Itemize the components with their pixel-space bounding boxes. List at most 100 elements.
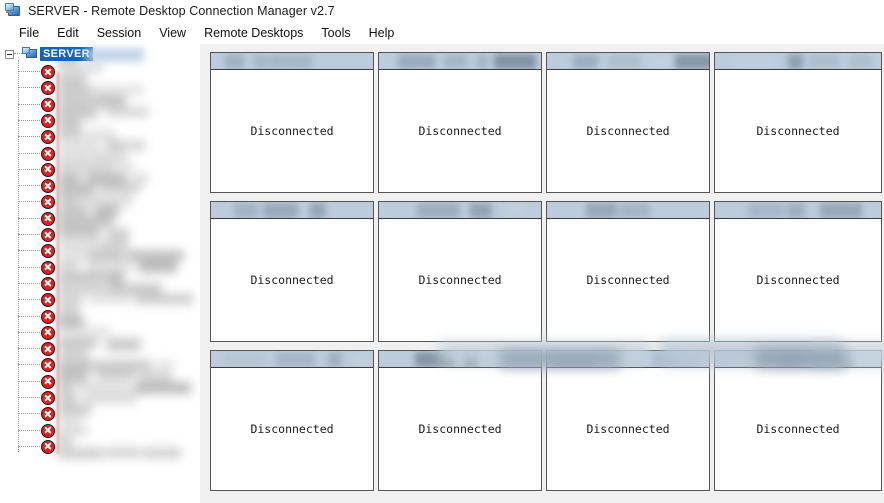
redaction-block (748, 203, 784, 218)
redaction-block (58, 184, 96, 197)
tree-item-connection[interactable] (0, 260, 55, 276)
redaction-block (95, 371, 137, 381)
tree-connector (18, 397, 40, 399)
connection-thumbnail-panel[interactable]: Disconnected (210, 52, 374, 193)
disconnected-x-icon (41, 81, 55, 96)
redaction-block (233, 203, 259, 218)
connection-thumbnail-panel[interactable]: Disconnected (546, 52, 710, 193)
menu-item-remote-desktops[interactable]: Remote Desktops (195, 24, 312, 42)
panel-body[interactable]: Disconnected (715, 219, 881, 341)
tree-item-connection[interactable] (0, 211, 55, 227)
panel-body[interactable]: Disconnected (211, 368, 373, 490)
tree-item-connection[interactable] (0, 146, 55, 162)
redacted-panel-title (379, 351, 541, 367)
menu-item-help[interactable]: Help (360, 24, 404, 42)
connection-thumbnail-panel[interactable]: Disconnected (378, 350, 542, 491)
redaction-block (58, 228, 100, 238)
tree-item-connection[interactable] (0, 341, 55, 357)
redaction-block (609, 54, 640, 69)
panel-title-bar[interactable] (211, 202, 373, 219)
panel-title-bar[interactable] (379, 53, 541, 70)
tree-item-connection[interactable] (0, 129, 55, 145)
tree-item-connection[interactable] (0, 390, 55, 406)
redaction-block (99, 239, 130, 250)
tree-item-connection[interactable] (0, 374, 55, 390)
panel-title-bar[interactable] (715, 202, 881, 219)
connection-thumbnail-panel[interactable]: Disconnected (714, 52, 882, 193)
tree-root-server[interactable]: SERVER (0, 46, 144, 62)
panel-body[interactable]: Disconnected (211, 70, 373, 192)
tree-item-connection[interactable] (0, 292, 55, 308)
panel-body[interactable]: Disconnected (379, 219, 541, 341)
panel-body[interactable]: Disconnected (715, 368, 881, 490)
tree-item-connection[interactable] (0, 276, 55, 292)
menu-item-edit[interactable]: Edit (48, 24, 88, 42)
tree-connector (18, 185, 40, 187)
connection-thumbnail-panel[interactable]: Disconnected (546, 350, 710, 491)
tree-item-connection[interactable] (0, 162, 55, 178)
redaction-block (328, 352, 342, 367)
panel-title-bar[interactable] (715, 53, 881, 70)
menu-item-session[interactable]: Session (88, 24, 150, 42)
panel-title-bar[interactable] (211, 351, 373, 368)
panel-body[interactable]: Disconnected (211, 219, 373, 341)
redaction-block (58, 118, 81, 131)
panel-body[interactable]: Disconnected (547, 70, 709, 192)
menu-item-file[interactable]: File (10, 24, 48, 42)
connection-thumbnail-panel[interactable]: Disconnected (210, 201, 374, 342)
panel-title-bar[interactable] (547, 53, 709, 70)
connection-status-text: Disconnected (756, 124, 840, 138)
redaction-block (58, 85, 92, 96)
tree-item-connection[interactable] (0, 243, 55, 259)
connection-thumbnail-panel[interactable]: Disconnected (378, 52, 542, 193)
panel-body[interactable]: Disconnected (715, 70, 881, 192)
connection-thumbnail-panel[interactable]: Disconnected (714, 350, 882, 491)
panel-title-bar[interactable] (547, 351, 709, 368)
redaction-block (58, 272, 106, 282)
connection-thumbnail-panel[interactable]: Disconnected (546, 201, 710, 342)
panel-body[interactable]: Disconnected (379, 368, 541, 490)
tree-item-connection[interactable] (0, 309, 55, 325)
panel-title-bar[interactable] (379, 351, 541, 368)
tree-item-connection[interactable] (0, 357, 55, 373)
panel-title-bar[interactable] (379, 202, 541, 219)
disconnected-x-icon (41, 325, 55, 340)
tree-item-connection[interactable] (0, 80, 55, 96)
panel-body[interactable]: Disconnected (547, 219, 709, 341)
tree-item-connection[interactable] (0, 64, 55, 80)
tree-item-connection[interactable] (0, 194, 55, 210)
redacted-panel-title (211, 202, 373, 218)
redaction-block (414, 352, 456, 367)
redaction-block (58, 382, 74, 394)
tree-item-connection[interactable] (0, 97, 55, 113)
redaction-block (138, 261, 178, 274)
tree-item-connection[interactable] (0, 178, 55, 194)
redaction-block (477, 54, 488, 69)
redaction-block (92, 151, 128, 163)
tree-item-connection[interactable] (0, 113, 55, 129)
redaction-block (505, 203, 527, 218)
tree-item-connection[interactable] (0, 439, 55, 455)
connection-thumbnail-panel[interactable]: Disconnected (378, 201, 542, 342)
panel-title-bar[interactable] (211, 53, 373, 70)
connection-status-text: Disconnected (756, 422, 840, 436)
redaction-block (105, 107, 149, 118)
menu-item-tools[interactable]: Tools (312, 24, 359, 42)
window-title: SERVER - Remote Desktop Connection Manag… (28, 3, 335, 18)
disconnected-x-icon (41, 97, 55, 112)
tree-item-connection[interactable] (0, 227, 55, 243)
collapse-box-icon[interactable] (5, 49, 14, 59)
connection-tree-sidebar[interactable]: SERVER (0, 44, 200, 503)
panel-body[interactable]: Disconnected (379, 70, 541, 192)
menu-item-view[interactable]: View (150, 24, 195, 42)
redaction-block (58, 360, 93, 371)
tree-item-connection[interactable] (0, 325, 55, 341)
tree-item-connection[interactable] (0, 423, 55, 439)
tree-item-connection[interactable] (0, 406, 55, 422)
panel-title-bar[interactable] (715, 351, 881, 368)
connection-thumbnail-panel[interactable]: Disconnected (714, 201, 882, 342)
connection-thumbnail-panel[interactable]: Disconnected (210, 350, 374, 491)
panel-title-bar[interactable] (547, 202, 709, 219)
disconnected-x-icon (41, 113, 55, 128)
panel-body[interactable]: Disconnected (547, 368, 709, 490)
